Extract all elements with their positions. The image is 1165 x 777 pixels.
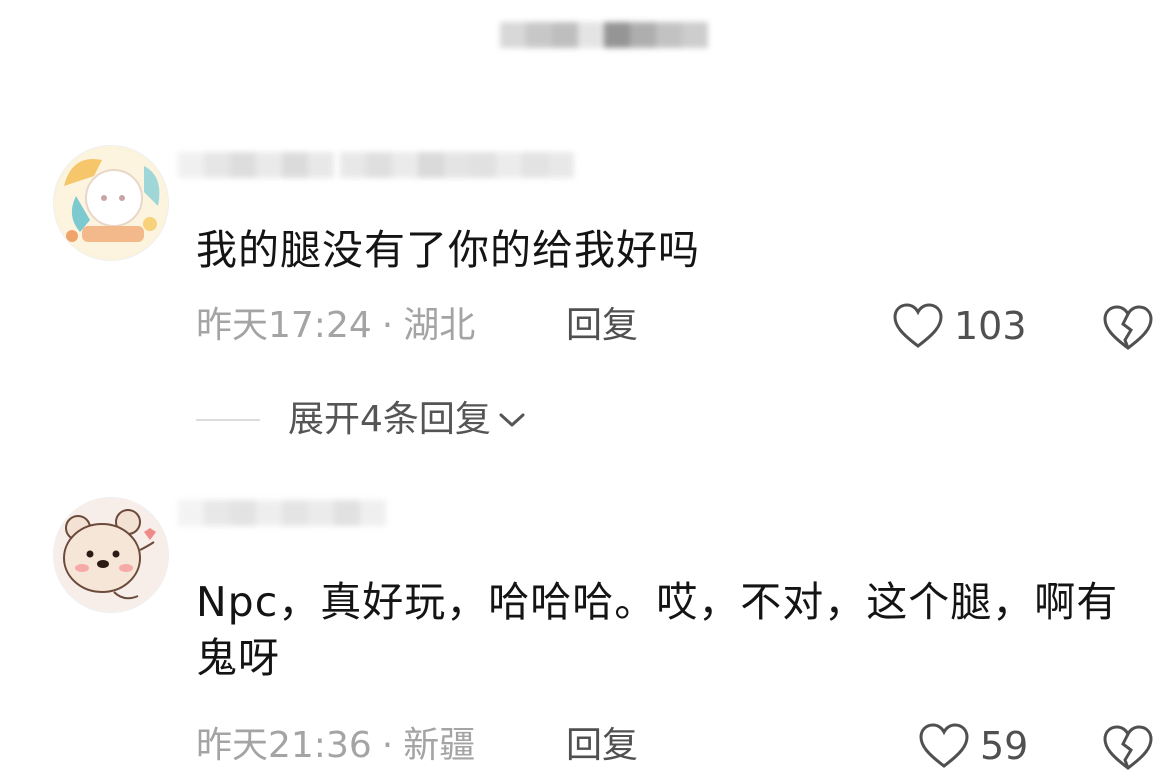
like-count: 59 [980, 724, 1029, 768]
comment-text: 我的腿没有了你的给我好吗 [196, 226, 700, 274]
avatar[interactable] [54, 498, 168, 612]
chevron-down-icon [499, 413, 525, 427]
like-button[interactable]: 103 [892, 302, 1027, 350]
comment-section: 我的腿没有了你的给我好吗 昨天17:24·湖北 回复 103 展开4条回复 [0, 0, 1165, 777]
broken-heart-icon [1103, 725, 1153, 770]
comment-time: 昨天21:36 [196, 725, 372, 766]
expand-replies-label: 展开4条回复 [288, 399, 491, 440]
blurred-username [178, 500, 386, 526]
avatar[interactable] [54, 146, 168, 260]
blurred-title [500, 22, 708, 48]
dislike-button[interactable] [1102, 304, 1154, 356]
blurred-username [178, 152, 334, 178]
expand-replies-button[interactable]: 展开4条回复 [196, 396, 527, 444]
comment-meta: 昨天17:24 · 湖北 [196, 304, 475, 348]
like-button[interactable]: 59 [918, 722, 1028, 770]
comment-time: 昨天17:24 [196, 305, 372, 346]
like-count: 103 [954, 304, 1027, 348]
blurred-username-tail [340, 152, 574, 178]
comment-location: 新疆 [403, 725, 476, 766]
meta-separator: · [381, 305, 394, 346]
cartoon-bear-avatar-icon [54, 498, 168, 612]
reply-button[interactable]: 回复 [566, 724, 638, 768]
heart-outline-icon [919, 723, 969, 768]
cartoon-girl-avatar-icon [54, 146, 168, 260]
meta-separator: · [381, 725, 394, 766]
dislike-button[interactable] [1102, 724, 1154, 776]
broken-heart-icon [1103, 305, 1153, 350]
divider [196, 419, 260, 421]
heart-outline-icon [893, 303, 943, 348]
comment-text: Npc，真好玩，哈哈哈。哎，不对，这个腿，啊有鬼呀 [196, 578, 1119, 682]
comment-location: 湖北 [403, 305, 476, 346]
reply-button[interactable]: 回复 [566, 304, 638, 348]
comment-meta: 昨天21:36 · 新疆 [196, 724, 475, 768]
